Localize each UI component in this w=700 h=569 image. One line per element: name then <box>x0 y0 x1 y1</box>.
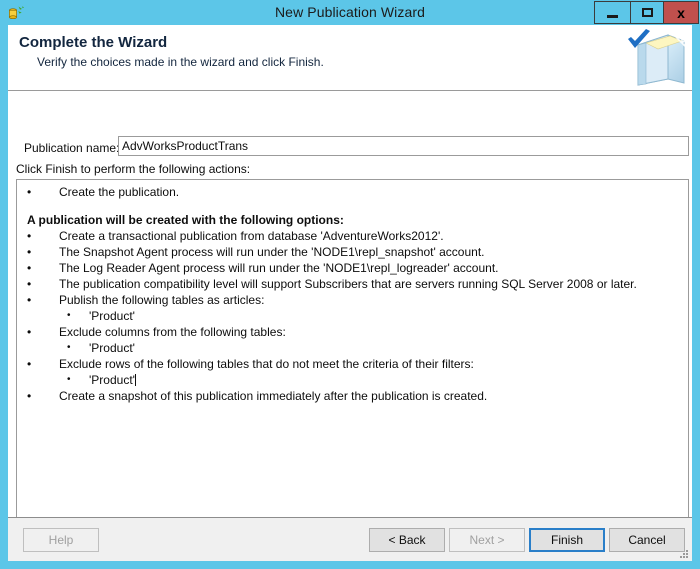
list-item: Exclude columns from the following table… <box>17 324 688 340</box>
close-button[interactable]: x <box>663 1 699 24</box>
list-item: 'Product' <box>17 340 688 356</box>
list-item: Create a transactional publication from … <box>17 228 688 244</box>
list-item-text: Publish the following tables as articles… <box>59 293 264 307</box>
list-item: Create a snapshot of this publication im… <box>17 388 688 404</box>
publication-name-label: Publication name: <box>24 141 119 155</box>
title-bar[interactable]: New Publication Wizard x <box>0 0 700 25</box>
resize-grip[interactable] <box>678 547 690 559</box>
button-bar: Help < Back Next > Finish Cancel <box>8 517 692 561</box>
summary-list[interactable]: Create the publication. A publication wil… <box>16 179 689 537</box>
list-item-text: 'Product' <box>89 341 135 355</box>
list-item-text: Create a transactional publication from … <box>59 229 444 243</box>
actions-label: Click Finish to perform the following ac… <box>16 162 250 176</box>
new-publication-wizard-window: New Publication Wizard x Complete the Wi… <box>0 0 700 569</box>
list-item <box>17 200 688 212</box>
back-button[interactable]: < Back <box>369 528 445 552</box>
wizard-body: Publication name: Click Finish to perfor… <box>8 91 692 517</box>
list-item: A publication will be created with the f… <box>17 212 688 228</box>
list-item-text: Exclude columns from the following table… <box>59 325 286 339</box>
help-button[interactable]: Help <box>23 528 99 552</box>
list-item: Publish the following tables as articles… <box>17 292 688 308</box>
list-item-text: 'Product' <box>89 309 135 323</box>
list-item: The Log Reader Agent process will run un… <box>17 260 688 276</box>
list-item-text: Exclude rows of the following tables tha… <box>59 357 474 371</box>
list-item-text: A publication will be created with the f… <box>27 213 344 227</box>
page-subtitle: Verify the choices made in the wizard an… <box>37 55 324 69</box>
cancel-button[interactable]: Cancel <box>609 528 685 552</box>
list-item-text: 'Product' <box>89 373 135 387</box>
list-item: Exclude rows of the following tables tha… <box>17 356 688 372</box>
wizard-header: Complete the Wizard Verify the choices m… <box>8 25 692 91</box>
text-caret <box>135 374 136 386</box>
list-item: 'Product' <box>17 308 688 324</box>
maximize-icon <box>642 8 653 17</box>
list-item-text: Create a snapshot of this publication im… <box>59 389 487 403</box>
list-item-text: Create the publication. <box>59 185 179 199</box>
list-item: 'Product' <box>17 372 688 388</box>
list-item: Create the publication. <box>17 184 688 200</box>
finish-button[interactable]: Finish <box>529 528 605 552</box>
list-item: The Snapshot Agent process will run unde… <box>17 244 688 260</box>
minimize-button[interactable] <box>594 1 630 24</box>
publication-name-input[interactable] <box>118 136 689 156</box>
page-title: Complete the Wizard <box>19 34 167 51</box>
book-with-checkmark-icon <box>616 27 688 89</box>
dialog-client-area: Complete the Wizard Verify the choices m… <box>8 25 692 561</box>
list-item-text: The Log Reader Agent process will run un… <box>59 261 499 275</box>
close-icon: x <box>677 5 685 21</box>
maximize-button[interactable] <box>630 1 663 24</box>
minimize-icon <box>607 15 618 18</box>
list-item-text: The publication compatibility level will… <box>59 277 637 291</box>
list-item-text: The Snapshot Agent process will run unde… <box>59 245 485 259</box>
next-button[interactable]: Next > <box>449 528 525 552</box>
list-item: The publication compatibility level will… <box>17 276 688 292</box>
